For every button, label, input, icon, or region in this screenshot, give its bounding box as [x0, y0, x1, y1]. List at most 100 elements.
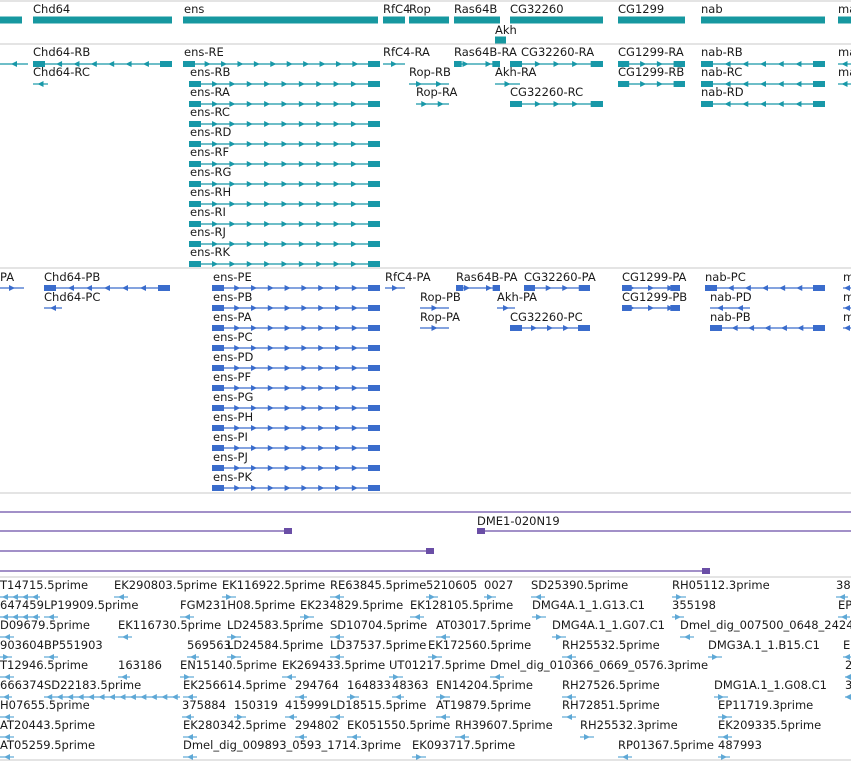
est-feature[interactable]: SD22183.5prime	[44, 678, 180, 700]
est-feature[interactable]: DMG4A.1_1.G07.C1	[552, 618, 665, 640]
transcript-feature[interactable]: ens-RG	[189, 165, 380, 187]
protein-feature[interactable]: CG32260-PA	[524, 270, 596, 291]
est-feature[interactable]: LD24583.5prime	[227, 618, 323, 640]
est-feature[interactable]: SD25390.5prime	[531, 578, 628, 600]
clone-feature[interactable]	[0, 548, 434, 554]
protein-feature[interactable]: ens-PK	[212, 470, 380, 491]
est-feature[interactable]: EN14204.5prime	[436, 678, 533, 700]
est-feature[interactable]: H07655.5prime	[0, 698, 90, 720]
transcript-feature[interactable]: ens-RA	[189, 85, 380, 107]
transcript-feature[interactable]: ens-RF	[189, 145, 380, 167]
est-feature[interactable]: T12946.5prime	[0, 658, 88, 680]
est-feature[interactable]: 164833	[347, 678, 391, 700]
est-feature[interactable]: 487993	[718, 738, 762, 760]
protein-feature[interactable]: CG1299-PB	[622, 290, 687, 311]
protein-feature[interactable]: Akh-PA	[497, 290, 537, 311]
protein-feature[interactable]: CG32260-PC	[510, 310, 590, 331]
gene-feature[interactable]	[0, 16, 22, 24]
protein-feature[interactable]: ens-PC	[212, 330, 380, 351]
protein-feature[interactable]: nab-PD	[710, 290, 752, 311]
est-feature[interactable]: EP	[838, 598, 851, 620]
protein-feature[interactable]: Chd64-PB	[44, 270, 170, 291]
transcript-feature[interactable]: ma	[838, 65, 851, 87]
gene-feature[interactable]: CG32260	[510, 2, 603, 24]
est-feature[interactable]: LD18515.5prime	[330, 698, 426, 720]
transcript-feature[interactable]	[0, 61, 28, 67]
est-feature[interactable]: AT20443.5prime	[0, 718, 95, 740]
est-feature[interactable]: RH05112.3prime	[672, 578, 770, 600]
gene-feature[interactable]: ma	[838, 2, 851, 24]
gene-feature[interactable]: ens	[183, 2, 378, 24]
est-feature[interactable]: 48363	[392, 678, 429, 700]
protein-feature[interactable]: ens-PA	[212, 310, 380, 331]
transcript-feature[interactable]: ens-RD	[189, 125, 380, 147]
transcript-feature[interactable]: Chd64-RB	[33, 45, 172, 67]
protein-feature[interactable]: RfC4-PA	[385, 270, 431, 291]
protein-feature[interactable]: Ras64B-PA	[456, 270, 518, 291]
protein-feature[interactable]: m	[843, 310, 851, 331]
est-feature[interactable]: 294764	[295, 678, 339, 700]
est-feature[interactable]: SD10704.5prime	[330, 618, 427, 640]
est-feature[interactable]: EP11719.3prime	[718, 698, 813, 720]
transcript-feature[interactable]: Chd64-RC	[33, 65, 90, 87]
est-feature[interactable]: AT05259.5prime	[0, 738, 95, 760]
est-feature[interactable]: Dmel_dig_009893_0593_1714.3prime	[183, 738, 401, 760]
protein-feature[interactable]: m	[843, 270, 851, 291]
gene-feature[interactable]: Rop	[409, 2, 449, 24]
transcript-feature[interactable]: ens-RJ	[189, 225, 380, 247]
est-feature[interactable]: FGM231H08.5prime	[180, 598, 295, 620]
est-feature[interactable]: EK269433.5prime	[282, 658, 385, 680]
protein-feature[interactable]: ens-PJ	[212, 450, 380, 471]
clone-feature[interactable]	[0, 528, 292, 534]
transcript-feature[interactable]: ens-RI	[189, 205, 380, 227]
clone-feature[interactable]	[0, 568, 710, 574]
est-feature[interactable]: RH25532.3prime	[580, 718, 678, 740]
transcript-feature[interactable]: ens-RK	[189, 245, 380, 267]
est-feature[interactable]: 355198	[672, 598, 716, 620]
est-feature[interactable]: RH25532.5prime	[562, 638, 660, 660]
est-feature[interactable]: DMG3A.1_1.B15.C1	[708, 638, 820, 660]
est-feature[interactable]: EK116922.5prime	[222, 578, 325, 600]
est-feature[interactable]: T14715.5prime	[0, 578, 88, 600]
transcript-feature[interactable]: Rop-RB	[409, 65, 451, 87]
est-feature[interactable]: 666374	[0, 678, 44, 700]
est-feature[interactable]: DMG1A.1_1.G08.C1	[714, 678, 827, 700]
transcript-feature[interactable]: Rop-RA	[416, 85, 457, 107]
transcript-feature[interactable]: Akh-RA	[495, 65, 536, 87]
est-feature[interactable]: 569563	[187, 638, 231, 660]
est-feature[interactable]: EK256614.5prime	[183, 678, 286, 700]
est-feature[interactable]: 2	[845, 658, 851, 680]
protein-feature[interactable]: Chd64-PC	[44, 290, 100, 311]
protein-feature[interactable]: ens-PF	[212, 370, 380, 391]
transcript-feature[interactable]: CG1299-RB	[618, 65, 685, 87]
est-feature[interactable]: 647459	[0, 598, 44, 620]
est-feature[interactable]: E	[843, 638, 851, 660]
est-feature[interactable]: UT01217.5prime	[389, 658, 486, 680]
protein-feature[interactable]: CG1299-PA	[622, 270, 687, 291]
est-feature[interactable]: RH27526.5prime	[562, 678, 660, 700]
protein-feature[interactable]: ens-PH	[212, 410, 380, 431]
transcript-feature[interactable]: CG32260-RA	[510, 45, 603, 67]
est-feature[interactable]: EK093717.5prime	[412, 738, 515, 760]
est-feature[interactable]: 375884	[182, 698, 226, 720]
est-feature[interactable]: 150319	[234, 698, 278, 720]
transcript-feature[interactable]: CG1299-RA	[618, 45, 685, 67]
protein-feature[interactable]: ens-PG	[212, 390, 380, 411]
protein-feature[interactable]: ens-PI	[212, 430, 380, 451]
est-feature[interactable]: RP01367.5prime	[618, 738, 714, 760]
est-feature[interactable]: EK209335.5prime	[718, 718, 821, 740]
est-feature[interactable]: 0027	[484, 578, 513, 600]
transcript-feature[interactable]: ens-RH	[189, 185, 380, 207]
transcript-feature[interactable]: RfC4-RA	[383, 45, 430, 67]
est-feature[interactable]: 38	[836, 578, 851, 600]
est-feature[interactable]: RH39607.5prime	[455, 718, 553, 740]
est-feature[interactable]: EK290803.5prime	[114, 578, 217, 600]
est-feature[interactable]: EK172560.5prime	[428, 638, 531, 660]
transcript-feature[interactable]: Ras64B-RA	[454, 45, 517, 67]
est-feature[interactable]: LP19909.5prime	[44, 598, 138, 620]
protein-feature[interactable]: m	[843, 290, 851, 311]
transcript-feature[interactable]: nab-RB	[701, 45, 825, 67]
est-feature[interactable]: RE63845.5prime	[330, 578, 426, 600]
gene-feature[interactable]: Akh	[495, 23, 517, 44]
est-feature[interactable]: Dmel_dig_010366_0669_0576.3prime	[490, 658, 708, 680]
